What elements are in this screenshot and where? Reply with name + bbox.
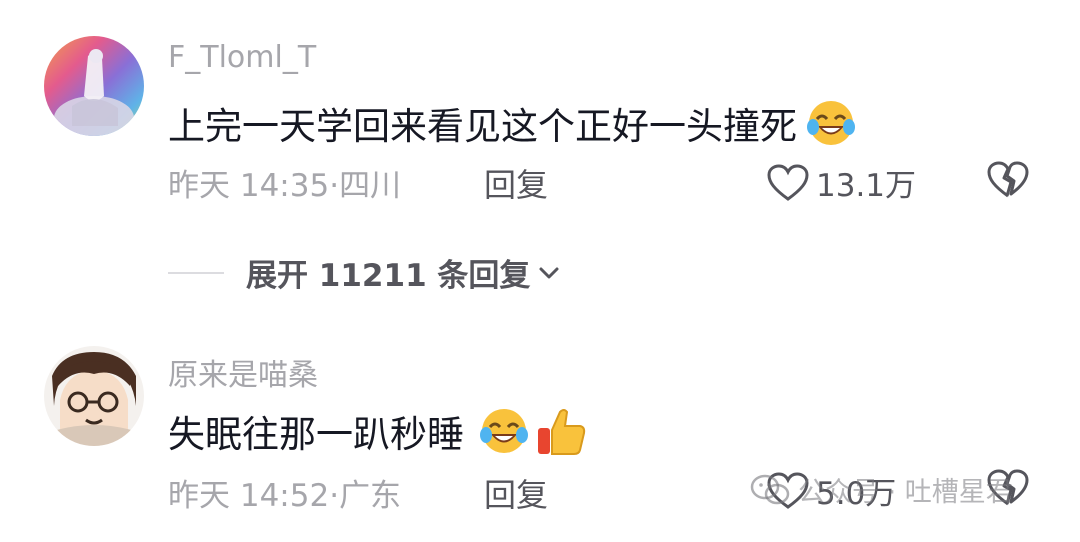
location: 四川 — [339, 168, 402, 204]
comment-body: 失眠往那一趴秒睡 — [168, 413, 464, 456]
avatar[interactable] — [44, 36, 144, 136]
thumbs-up-emoji-icon — [534, 404, 588, 458]
comment-text: 失眠往那一趴秒睡 — [168, 404, 588, 458]
heart-icon — [767, 163, 809, 201]
avatar[interactable] — [44, 346, 144, 446]
dislike-button[interactable] — [986, 160, 1030, 200]
comment-text: 上完一天学回来看见这个正好一头撞死 — [168, 96, 857, 150]
expand-replies-label: 展开 11211 条回复 — [246, 258, 531, 294]
divider-line — [168, 271, 224, 274]
watermark: 公众号 · 吐槽星君 — [750, 470, 1013, 509]
wechat-icon — [750, 474, 790, 504]
rainbow-statue-avatar-icon — [44, 36, 144, 136]
meta-separator: · — [329, 478, 340, 514]
timestamp: 昨天 14:52 — [168, 478, 330, 514]
reply-button[interactable]: 回复 — [484, 160, 548, 206]
laughing-crying-emoji-icon — [478, 405, 530, 457]
username[interactable]: 原来是喵桑 — [168, 350, 318, 394]
cartoon-girl-avatar-icon — [44, 346, 144, 446]
reply-button[interactable]: 回复 — [484, 470, 548, 516]
location: 广东 — [339, 478, 402, 514]
like-count: 13.1万 — [816, 168, 917, 204]
timestamp: 昨天 14:35 — [168, 168, 330, 204]
broken-heart-icon — [987, 161, 1029, 198]
laughing-crying-emoji-icon — [805, 97, 857, 149]
meta-separator: · — [329, 168, 340, 204]
watermark-text: 公众号 · 吐槽星君 — [798, 477, 1013, 508]
comment-meta: 昨天 14:35·四川 — [168, 160, 401, 205]
comment-body: 上完一天学回来看见这个正好一头撞死 — [168, 105, 797, 148]
chevron-down-icon — [539, 267, 559, 278]
comment-meta: 昨天 14:52·广东 — [168, 470, 401, 515]
expand-replies-button[interactable]: 展开 11211 条回复 — [168, 250, 562, 295]
like-button[interactable]: 13.1万 — [766, 160, 916, 205]
comment-section: F_Tloml_T 上完一天学回来看见这个正好一头撞死 昨天 14:35·四川 … — [0, 0, 1080, 542]
username[interactable]: F_Tloml_T — [168, 40, 316, 75]
